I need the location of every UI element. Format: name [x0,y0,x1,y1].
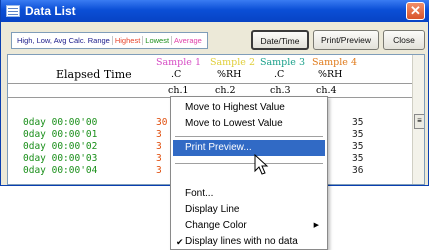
unit-4: %RH [318,69,343,80]
menu-separator [175,163,323,164]
window-close-button[interactable]: ✕ [406,2,425,20]
menu-item-display-no-data[interactable]: ✔ Display lines with no data [173,234,325,250]
sample-2-label: Sample 2 [210,57,255,68]
calc-range-tabs: High, Low, Avg Calc. Range Highest Lowes… [11,32,208,49]
mouse-cursor-icon [254,154,269,175]
menu-item-move-lowest[interactable]: Move to Lowest Value [173,116,325,132]
vertical-scrollbar[interactable]: ≡ [412,55,424,184]
channel-2: ch.2 [215,85,236,96]
sample-1-label: Sample 1 [156,57,201,68]
menu-item-move-highest[interactable]: Move to Highest Value [173,100,325,116]
scroll-thumb[interactable]: ≡ [414,114,424,129]
title-bar[interactable]: Data List ✕ [1,0,429,22]
scroll-grip-icon: ≡ [417,116,422,125]
checkmark-icon: ✔ [176,237,184,247]
sample-3-label: Sample 3 [260,57,305,68]
tab-highest[interactable]: Highest [113,36,144,45]
channel-4: ch.4 [316,85,337,96]
window-title: Data List [25,4,76,18]
data-list-icon [6,5,20,17]
menu-item-font[interactable]: Font... [173,186,325,202]
submenu-arrow-icon: ▶ [313,222,319,229]
tab-lowest[interactable]: Lowest [143,36,173,45]
close-button[interactable]: Close [383,30,425,50]
tab-average[interactable]: Average [172,36,204,45]
header-divider [8,83,412,84]
sample-4-label: Sample 4 [312,57,357,68]
unit-1: .C [171,69,182,80]
menu-item-change-color[interactable]: Change Color ▶ [173,218,325,234]
menu-item-print-preview[interactable]: Print Preview... [173,140,325,156]
channel-3: ch.3 [270,85,291,96]
toolbar: High, Low, Avg Calc. Range Highest Lowes… [7,30,425,50]
tab-calc-range[interactable]: High, Low, Avg Calc. Range [15,36,113,45]
elapsed-time-header: Elapsed Time [56,68,132,81]
menu-separator [175,136,323,137]
menu-item-display-line[interactable]: Display Line [173,202,325,218]
unit-3: .C [274,69,285,80]
menu-item-label: Display lines with no data [185,236,298,247]
channel-1: ch.1 [168,85,189,96]
unit-2: %RH [217,69,242,80]
print-preview-button[interactable]: Print/Preview [313,30,379,50]
context-menu: Move to Highest Value Move to Lowest Val… [170,96,328,250]
menu-item-label: Change Color [185,220,247,231]
date-time-button[interactable]: Date/Time [251,30,309,50]
close-icon: ✕ [410,3,421,18]
